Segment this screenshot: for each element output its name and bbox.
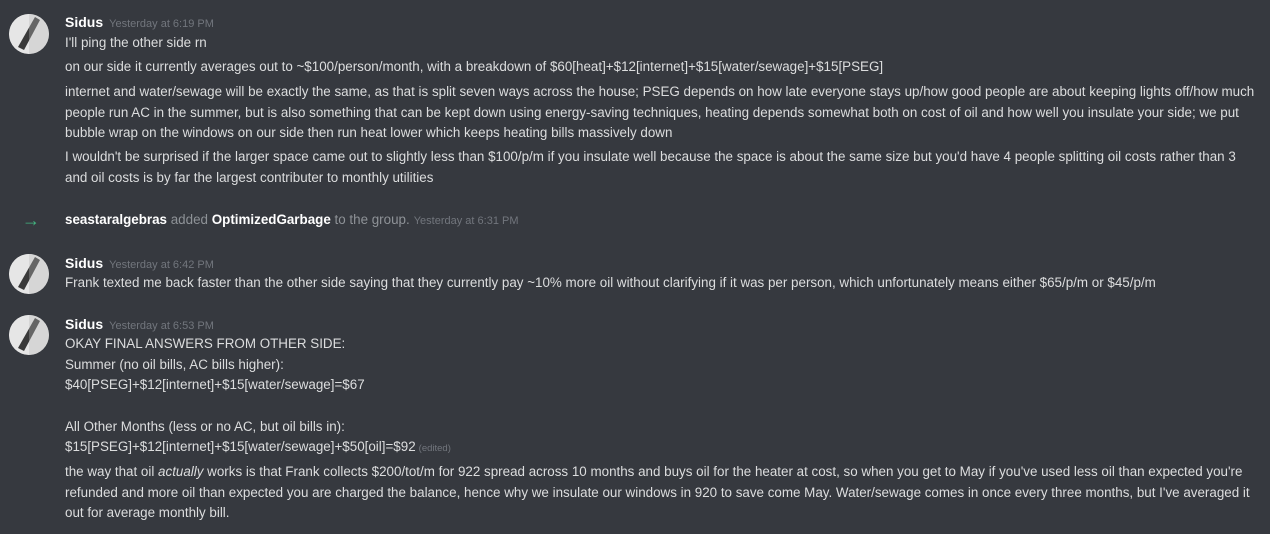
message-text-span: $15[PSEG]+$12[internet]+$15[water/sewage… [65,439,416,454]
message-text: I wouldn't be surprised if the larger sp… [65,149,1236,185]
avatar[interactable] [9,254,49,294]
system-action-suffix: to the group. [334,212,410,227]
message-header: Sidus Yesterday at 6:19 PM [65,13,214,31]
message-header: Sidus Yesterday at 6:42 PM [65,254,214,272]
message-text: on our side it currently averages out to… [65,59,884,74]
timestamp[interactable]: Yesterday at 6:31 PM [414,215,519,227]
edited-indicator: (edited) [418,443,451,454]
message-text-span: the way that oil [65,464,159,479]
message-text-emphasis: actually [158,464,204,479]
system-message: → seastaralgebras added OptimizedGarbage… [0,210,1270,230]
message-text: the way that oil actually works is that … [65,462,1255,524]
system-target[interactable]: OptimizedGarbage [212,212,331,227]
timestamp[interactable]: Yesterday at 6:53 PM [109,320,214,332]
message-text-span: works is that Frank collects $200/tot/m … [65,464,1250,520]
avatar-icon [9,254,49,294]
message-text: All Other Months (less or no AC, but oil… [65,419,345,434]
message-text: I'll ping the other side rn [65,35,207,50]
avatar[interactable] [9,14,49,54]
timestamp[interactable]: Yesterday at 6:42 PM [109,259,214,271]
message-text: OKAY FINAL ANSWERS FROM OTHER SIDE: [65,336,346,351]
username[interactable]: Sidus [65,255,103,271]
message-header: Sidus Yesterday at 6:53 PM [65,315,214,333]
avatar-icon [9,14,49,54]
system-action: added [170,212,208,227]
system-actor[interactable]: seastaralgebras [65,212,167,227]
avatar-icon [9,315,49,355]
message-text: Summer (no oil bills, AC bills higher): [65,357,284,372]
chat-messages: Sidus Yesterday at 6:19 PM I'll ping the … [0,0,1270,534]
username[interactable]: Sidus [65,316,103,332]
message-text: $15[PSEG]+$12[internet]+$15[water/sewage… [65,437,1255,460]
username[interactable]: Sidus [65,14,103,30]
system-message-text: seastaralgebras added OptimizedGarbage t… [65,210,519,231]
message-text: $40[PSEG]+$12[internet]+$15[water/sewage… [65,377,365,392]
avatar[interactable] [9,315,49,355]
message-text: internet and water/sewage will be exactl… [65,84,1255,140]
arrow-right-icon: → [22,210,40,230]
timestamp[interactable]: Yesterday at 6:19 PM [109,18,214,30]
message-text: Frank texted me back faster than the oth… [65,275,1156,290]
